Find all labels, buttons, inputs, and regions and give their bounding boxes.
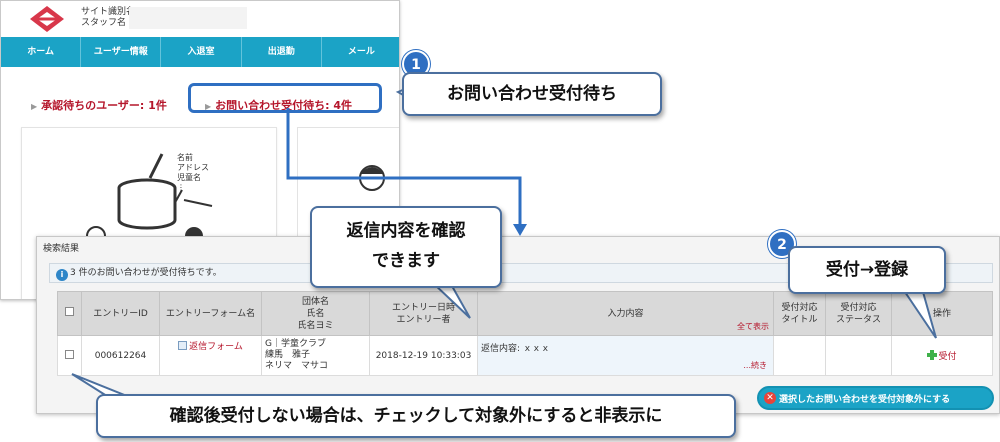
col-title-line1: 受付対応 [781, 302, 818, 313]
datetime-cell: 2018-12-19 10:33:03 [369, 335, 478, 376]
person-kana: ネリマ マサコ [265, 361, 329, 371]
col-status-line2: ステータス [835, 314, 881, 325]
nav-user-info[interactable]: ユーザー情報 [81, 37, 162, 67]
more-link[interactable]: ...続き [743, 360, 767, 371]
tutorial-screenshot: サイト識別名 スタッフ名 ホーム ユーザー情報 入退室 出退勤 メール ▶ 承認待… [0, 0, 1000, 442]
col-title: 受付対応 タイトル [773, 291, 826, 336]
nav-attendance[interactable]: 出退勤 [242, 37, 322, 67]
col-form-name: エントリーフォーム名 [159, 291, 262, 336]
entry-id-cell: 000612264 [81, 335, 160, 376]
notice-text: 3 件のお問い合わせが受付待ちです。 [70, 268, 222, 278]
close-icon: ✕ [764, 392, 776, 404]
results-title: 検索結果 [43, 244, 80, 254]
callout-exclude-hint: 確認後受付しない場合は、チェックして対象外にすると非表示に [96, 394, 736, 438]
col-ops: 操作 [891, 291, 993, 336]
staff-name: スタッフ名 [81, 18, 127, 28]
illustration-labels: 名前 アドレス 児童名 ⋮ [177, 153, 209, 193]
col-group-line1: 団体名 [301, 296, 329, 307]
main-nav: ホーム ユーザー情報 入退室 出退勤 メール [1, 37, 399, 67]
illus-label-address: アドレス [177, 163, 209, 172]
col-group-line2: 氏名 [306, 308, 325, 319]
content-text: 返信内容: ｘｘｘ [481, 344, 550, 354]
group-cell: G｜学童クラブ 練馬 雅子 ネリマ マサコ [261, 335, 370, 376]
exclude-selected-button[interactable]: ✕ 選択したお問い合わせを受付対象外にする [757, 386, 994, 410]
form-name-cell: 返信フォーム [159, 335, 262, 376]
pending-users-label: 承認待ちのユーザー: 1件 [41, 99, 167, 112]
form-icon [178, 341, 188, 350]
title-cell [773, 335, 826, 376]
site-logo-icon [30, 6, 64, 32]
show-all-link[interactable]: 全て表示 [737, 321, 769, 333]
callout2-line1: 返信内容を確認 [346, 221, 466, 241]
row-select-cell [57, 335, 82, 376]
info-icon: i [56, 269, 68, 281]
col-group: 団体名 氏名 氏名ヨミ [261, 291, 370, 336]
nav-entry-exit[interactable]: 入退室 [161, 37, 242, 67]
form-name-link[interactable]: 返信フォーム [189, 342, 243, 352]
pending-users-link[interactable]: ▶ 承認待ちのユーザー: 1件 [31, 97, 167, 113]
col-content: 入力内容 全て表示 [477, 291, 774, 336]
col-datetime: エントリー日時 エントリー者 [369, 291, 478, 336]
status-cell [825, 335, 892, 376]
callout-pending-inquiries: お問い合わせ受付待ち [402, 72, 662, 116]
site-info: サイト識別名 スタッフ名 [81, 7, 135, 29]
nav-home[interactable]: ホーム [1, 37, 82, 67]
exclude-button-label: 選択したお問い合わせを受付対象外にする [779, 395, 951, 405]
table-header-row: エントリーID エントリーフォーム名 団体名 氏名 氏名ヨミ エントリー日時 エ… [57, 291, 993, 336]
select-all-checkbox[interactable] [65, 307, 74, 316]
site-name: サイト識別名 [81, 7, 136, 17]
triangle-right-icon: ▶ [31, 102, 38, 111]
col-status-line1: 受付対応 [840, 302, 877, 313]
col-datetime-line1: エントリー日時 [391, 302, 455, 313]
col-entry-id: エントリーID [81, 291, 160, 336]
illus-label-child: 児童名 [177, 173, 201, 182]
illus-label-name: 名前 [177, 153, 193, 162]
table-row: 000612264 返信フォーム G｜学童クラブ 練馬 雅子 ネリマ マサコ 2… [57, 335, 993, 376]
group-name: G｜学童クラブ [265, 339, 326, 349]
illus-label-more: ⋮ [177, 183, 185, 192]
select-all-header [57, 291, 82, 336]
callout2-line2: できます [372, 251, 440, 271]
col-title-line2: タイトル [781, 314, 818, 325]
plus-icon [927, 350, 938, 360]
header-blank [129, 7, 247, 29]
ops-cell: 受付 [891, 335, 993, 376]
content-cell: 返信内容: ｘｘｘ ...続き [477, 335, 774, 376]
col-group-line3: 氏名ヨミ [297, 320, 334, 331]
nav-mail[interactable]: メール [322, 37, 399, 67]
row-checkbox[interactable] [65, 349, 74, 359]
col-datetime-line2: エントリー者 [396, 314, 451, 325]
col-status: 受付対応 ステータス [825, 291, 892, 336]
inquiry-table: エントリーID エントリーフォーム名 団体名 氏名 氏名ヨミ エントリー日時 エ… [57, 291, 993, 376]
person-name: 練馬 雅子 [265, 350, 311, 360]
highlight-pending-inquiries [188, 83, 382, 113]
col-content-label: 入力内容 [607, 308, 644, 319]
callout-accept-register: 受付→登録 [788, 246, 946, 294]
app-header: サイト識別名 スタッフ名 [1, 1, 399, 37]
accept-button[interactable]: 受付 [938, 352, 956, 362]
callout-reply-content: 返信内容を確認 できます [310, 206, 502, 288]
